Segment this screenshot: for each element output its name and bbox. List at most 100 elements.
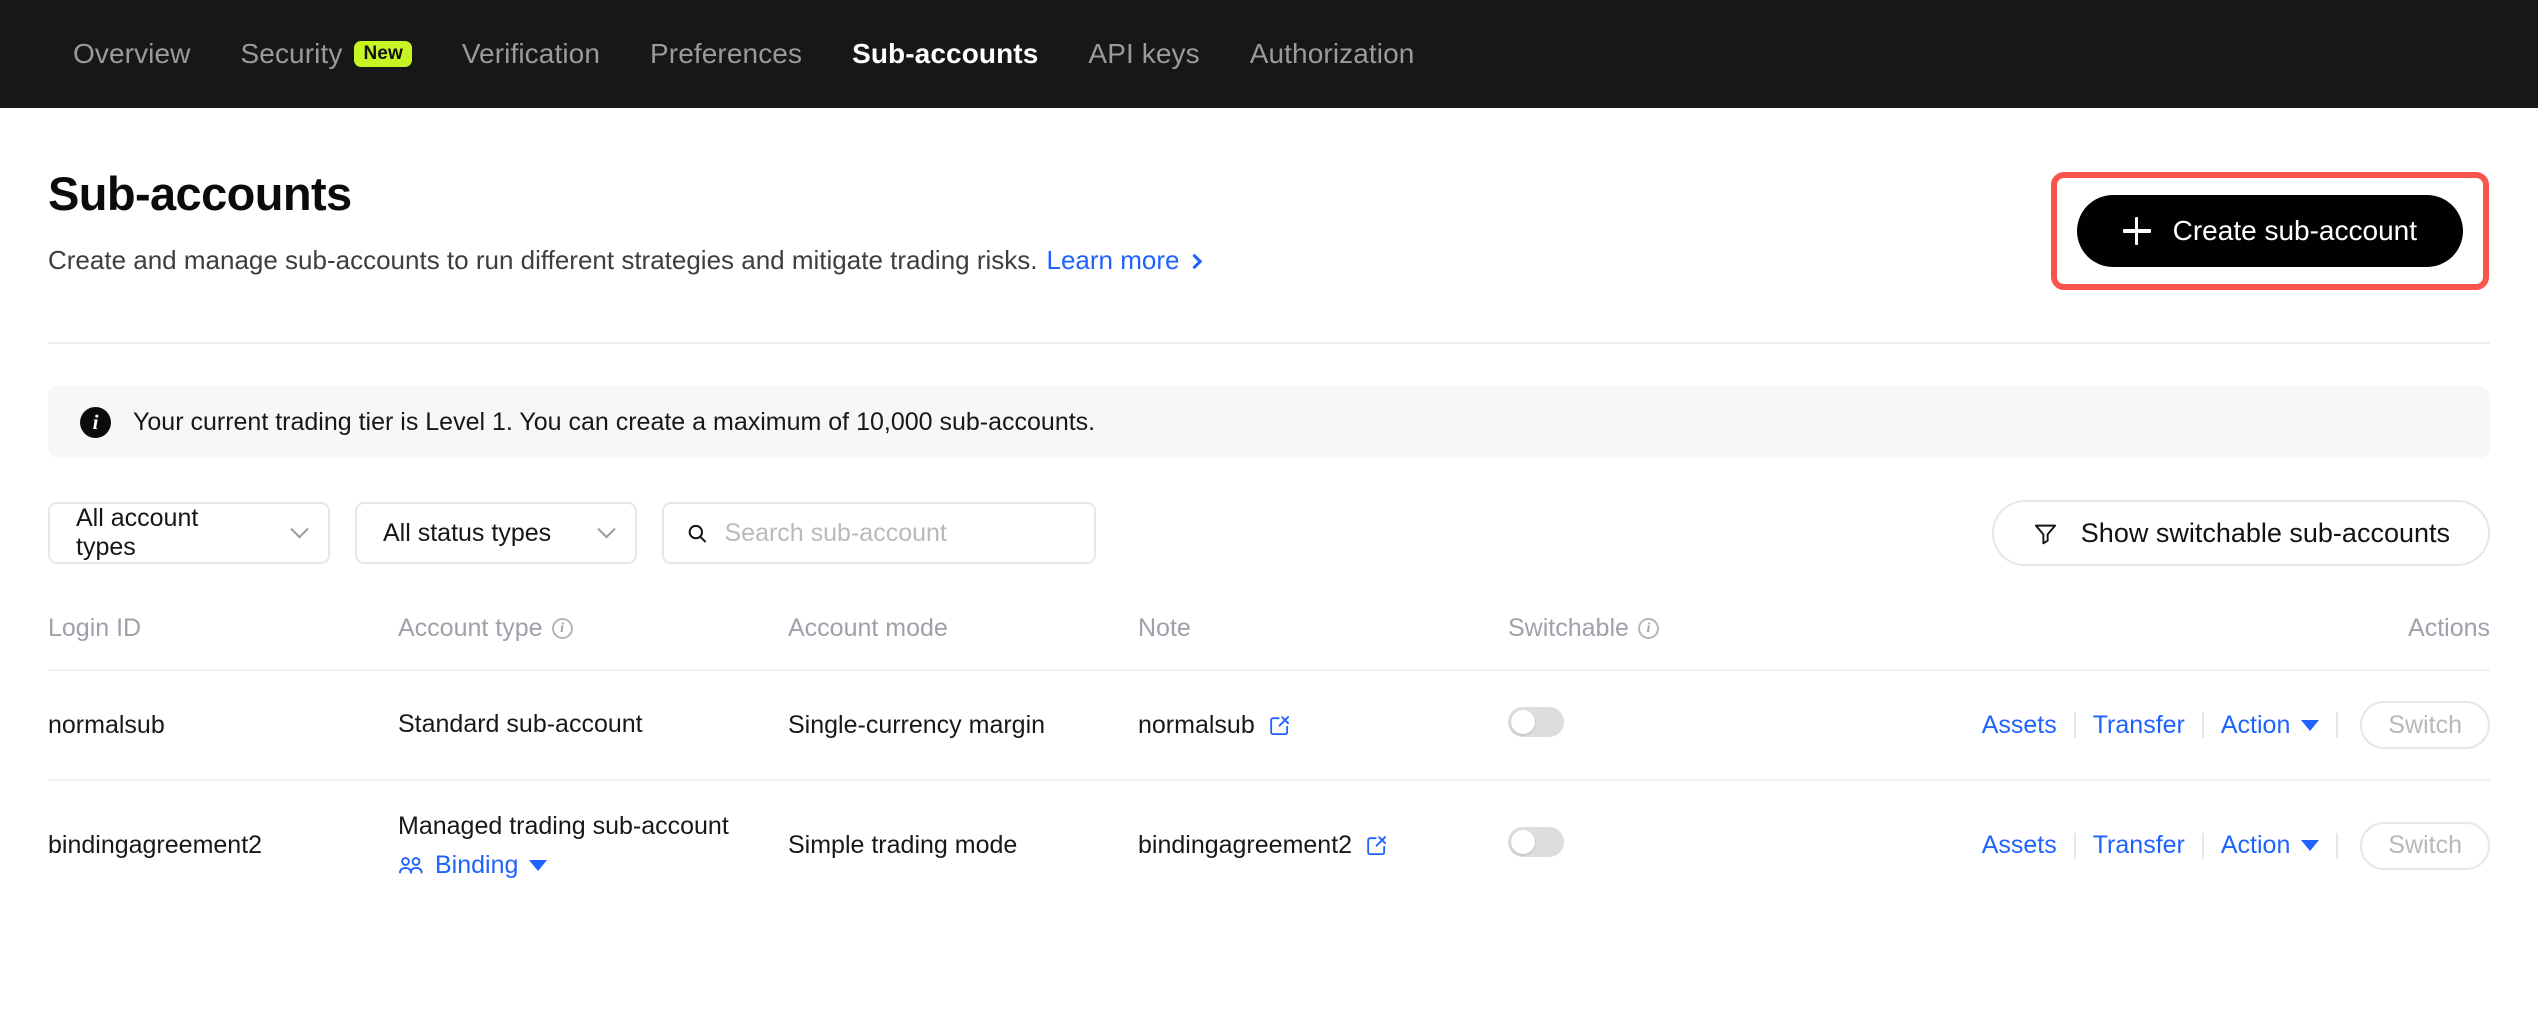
binding-dropdown[interactable]: Binding xyxy=(398,851,788,880)
nav-item-overview[interactable]: Overview xyxy=(48,38,216,70)
nav-item-security[interactable]: Security New xyxy=(216,38,437,70)
page-title: Sub-accounts xyxy=(48,168,1200,220)
account-type-text: Managed trading sub-account xyxy=(398,811,788,842)
nav-item-verification[interactable]: Verification xyxy=(437,38,625,70)
column-label-account-type: Account type xyxy=(398,614,543,643)
action-separator xyxy=(2336,712,2338,738)
action-dropdown[interactable]: Action xyxy=(2204,711,2336,740)
transfer-link[interactable]: Transfer xyxy=(2076,831,2202,860)
cell-note: normalsub xyxy=(1138,670,1508,780)
column-label-actions: Actions xyxy=(2408,614,2490,642)
status-type-filter[interactable]: All status types xyxy=(355,502,637,564)
cell-note: bindingagreement2 xyxy=(1138,780,1508,910)
edit-note-icon[interactable] xyxy=(1365,834,1388,857)
edit-note-icon[interactable] xyxy=(1268,714,1291,737)
column-header-login-id: Login ID xyxy=(48,594,398,670)
page-header-text: Sub-accounts Create and manage sub-accou… xyxy=(48,168,1200,277)
nav-label-sub-accounts: Sub-accounts xyxy=(852,38,1038,70)
column-label-switchable: Switchable xyxy=(1508,614,1629,643)
cell-switchable xyxy=(1508,780,1888,910)
binding-label: Binding xyxy=(435,851,518,880)
nav-label-api-keys: API keys xyxy=(1088,38,1199,70)
learn-more-label: Learn more xyxy=(1047,244,1180,278)
note-text: normalsub xyxy=(1138,711,1255,740)
create-sub-account-highlight: Create sub-account xyxy=(2051,172,2489,290)
cell-account-type: Managed trading sub-account Binding xyxy=(398,780,788,910)
cell-actions: Assets Transfer Action Switch xyxy=(1888,780,2490,910)
account-type-text: Standard sub-account xyxy=(398,709,788,740)
show-switchable-sub-accounts-button[interactable]: Show switchable sub-accounts xyxy=(1992,500,2490,566)
table-body: normalsub Standard sub-account Single-cu… xyxy=(48,670,2490,910)
new-badge: New xyxy=(354,41,411,67)
search-sub-account-box[interactable] xyxy=(662,502,1096,564)
learn-more-link[interactable]: Learn more xyxy=(1047,244,1201,278)
cell-account-type: Standard sub-account xyxy=(398,670,788,780)
nav-label-authorization: Authorization xyxy=(1250,38,1415,70)
assets-link[interactable]: Assets xyxy=(1965,711,2074,740)
nav-item-api-keys[interactable]: API keys xyxy=(1063,38,1224,70)
table-row: bindingagreement2 Managed trading sub-ac… xyxy=(48,780,2490,910)
column-header-note: Note xyxy=(1138,594,1508,670)
action-dropdown-label: Action xyxy=(2221,831,2290,860)
action-dropdown[interactable]: Action xyxy=(2204,831,2336,860)
chevron-right-icon xyxy=(1187,254,1203,270)
cell-account-mode: Simple trading mode xyxy=(788,780,1138,910)
transfer-link[interactable]: Transfer xyxy=(2076,711,2202,740)
header-divider xyxy=(48,342,2490,344)
status-type-filter-label: All status types xyxy=(383,519,551,548)
page-content: Sub-accounts Create and manage sub-accou… xyxy=(0,108,2538,910)
column-label-login-id: Login ID xyxy=(48,614,141,643)
info-icon[interactable]: i xyxy=(552,618,573,639)
switchable-toggle[interactable] xyxy=(1508,827,1564,857)
switchable-toggle[interactable] xyxy=(1508,707,1564,737)
column-header-account-type: Account type i xyxy=(398,594,788,670)
users-icon xyxy=(398,856,424,876)
tier-info-banner: i Your current trading tier is Level 1. … xyxy=(48,386,2490,458)
plus-icon xyxy=(2123,217,2151,245)
chevron-down-icon xyxy=(597,520,615,538)
column-header-account-mode: Account mode xyxy=(788,594,1138,670)
cell-switchable xyxy=(1508,670,1888,780)
create-sub-account-label: Create sub-account xyxy=(2173,215,2417,247)
create-sub-account-button[interactable]: Create sub-account xyxy=(2077,195,2463,267)
toggle-knob xyxy=(1511,830,1535,854)
nav-label-verification: Verification xyxy=(462,38,600,70)
filter-bar: All account types All status types Show … xyxy=(48,500,2490,566)
switch-button[interactable]: Switch xyxy=(2360,701,2490,749)
page-description-text: Create and manage sub-accounts to run di… xyxy=(48,244,1038,278)
caret-down-icon xyxy=(2301,840,2319,851)
chevron-down-icon xyxy=(290,520,308,538)
account-type-filter-label: All account types xyxy=(76,504,263,562)
tier-info-text: Your current trading tier is Level 1. Yo… xyxy=(133,408,1095,437)
nav-item-authorization[interactable]: Authorization xyxy=(1225,38,1440,70)
table-header-row: Login ID Account type i Account mode Not… xyxy=(48,594,2490,670)
column-header-switchable: Switchable i xyxy=(1508,594,1888,670)
switch-button[interactable]: Switch xyxy=(2360,822,2490,870)
page-description: Create and manage sub-accounts to run di… xyxy=(48,244,1200,278)
cell-login-id: normalsub xyxy=(48,670,398,780)
top-navigation: Overview Security New Verification Prefe… xyxy=(0,0,2538,108)
nav-label-security: Security xyxy=(241,38,343,70)
nav-item-preferences[interactable]: Preferences xyxy=(625,38,827,70)
nav-item-sub-accounts[interactable]: Sub-accounts xyxy=(827,38,1063,70)
account-type-filter[interactable]: All account types xyxy=(48,502,330,564)
nav-label-preferences: Preferences xyxy=(650,38,802,70)
caret-down-icon xyxy=(529,860,547,871)
column-label-note: Note xyxy=(1138,614,1191,643)
assets-link[interactable]: Assets xyxy=(1965,831,2074,860)
table-row: normalsub Standard sub-account Single-cu… xyxy=(48,670,2490,780)
column-label-account-mode: Account mode xyxy=(788,614,948,643)
action-separator xyxy=(2336,833,2338,859)
caret-down-icon xyxy=(2301,720,2319,731)
page-header: Sub-accounts Create and manage sub-accou… xyxy=(48,108,2490,290)
column-header-actions: Actions xyxy=(1888,594,2490,670)
sub-accounts-table: Login ID Account type i Account mode Not… xyxy=(48,594,2490,910)
note-text: bindingagreement2 xyxy=(1138,831,1352,860)
search-input[interactable] xyxy=(725,519,1073,548)
toggle-knob xyxy=(1511,710,1535,734)
filter-icon xyxy=(2032,520,2059,547)
info-icon[interactable]: i xyxy=(1638,618,1659,639)
action-dropdown-label: Action xyxy=(2221,711,2290,740)
cell-account-mode: Single-currency margin xyxy=(788,670,1138,780)
nav-label-overview: Overview xyxy=(73,38,191,70)
